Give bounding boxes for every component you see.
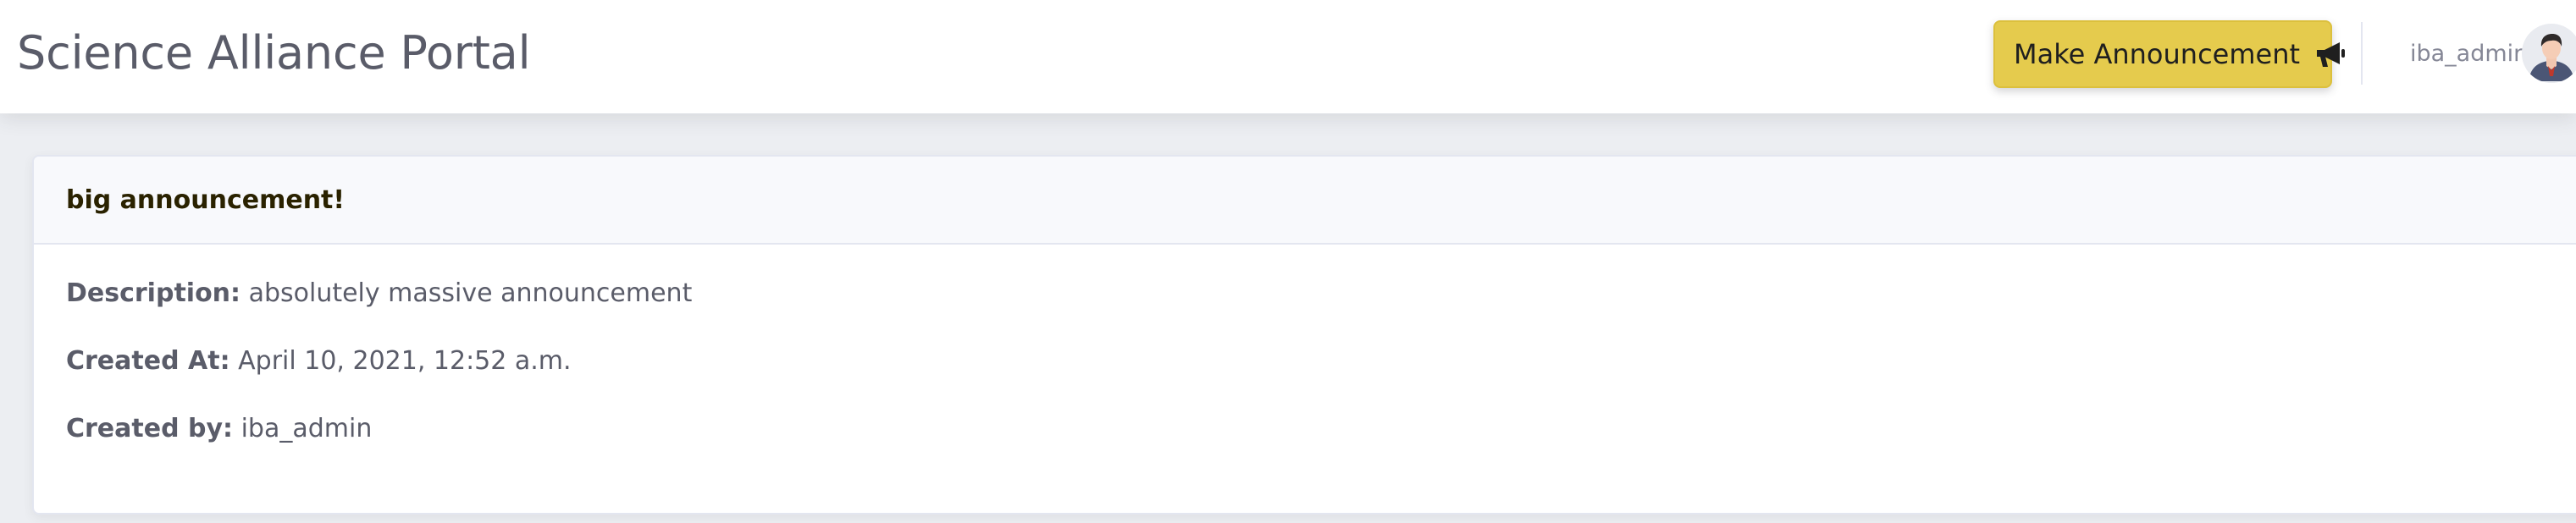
- created-by-field: Created by: iba_admin: [66, 412, 2576, 446]
- announcement-card-body: Description: absolutely massive announce…: [34, 245, 2576, 446]
- created-at-field: Created At: April 10, 2021, 12:52 a.m.: [66, 344, 2576, 378]
- description-label: Description:: [66, 278, 241, 308]
- description-field: Description: absolutely massive announce…: [66, 277, 2576, 311]
- megaphone-icon: [2313, 39, 2347, 69]
- topbar-divider: [2361, 22, 2363, 85]
- created-by-value: iba_admin: [240, 414, 373, 443]
- avatar-icon[interactable]: [2522, 24, 2576, 83]
- description-value: absolutely massive announcement: [248, 278, 693, 308]
- brand-title[interactable]: Science Alliance Portal: [17, 24, 531, 83]
- user-name[interactable]: iba_admin: [2410, 37, 2528, 71]
- make-announcement-label: Make Announcement: [2014, 38, 2301, 70]
- announcement-title: big announcement!: [66, 184, 345, 215]
- created-by-label: Created by:: [66, 414, 234, 443]
- announcement-card-header: big announcement!: [34, 157, 2576, 245]
- top-navbar: Science Alliance Portal Make Announcemen…: [0, 0, 2576, 113]
- created-at-label: Created At:: [66, 346, 230, 376]
- make-announcement-button[interactable]: Make Announcement: [1993, 20, 2346, 88]
- announcement-card: big announcement! Description: absolutel…: [32, 155, 2576, 515]
- created-at-value: April 10, 2021, 12:52 a.m.: [238, 346, 572, 376]
